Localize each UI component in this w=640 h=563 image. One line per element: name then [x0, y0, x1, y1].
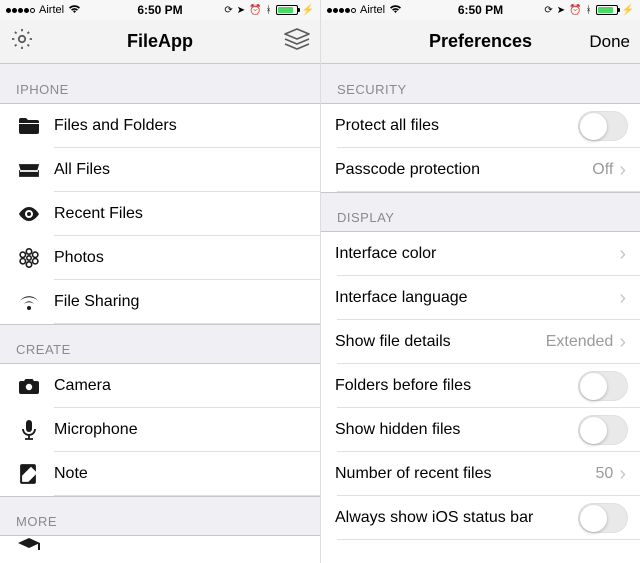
done-button[interactable]: Done [589, 32, 630, 52]
carrier-label: Airtel [360, 4, 385, 16]
alarm-icon: ⏰ [249, 5, 261, 16]
note-icon [14, 462, 44, 486]
battery-icon [276, 5, 298, 15]
location-icon: ➤ [237, 5, 245, 16]
wifi-icon [68, 4, 81, 17]
tray-icon [14, 158, 44, 182]
chevron-right-icon: › [619, 244, 626, 264]
clock-label: 6:50 PM [137, 3, 182, 17]
always-status-row[interactable]: Always show iOS status bar [321, 496, 640, 540]
cell-label: Note [54, 465, 306, 483]
cell-label: Camera [54, 377, 306, 395]
cell-label: Files and Folders [54, 117, 306, 135]
cell-value: Off [592, 161, 613, 179]
folder-icon [14, 114, 44, 138]
interface-color-row[interactable]: Interface color › [321, 232, 640, 276]
signal-icon [327, 8, 356, 13]
chevron-right-icon: › [619, 288, 626, 308]
cell-label: Interface language [335, 289, 619, 307]
nav-bar: FileApp [0, 20, 320, 64]
microphone-icon [14, 418, 44, 442]
folders-before-row[interactable]: Folders before files [321, 364, 640, 408]
alarm-icon: ⏰ [569, 5, 581, 16]
cell-label: File Sharing [54, 293, 306, 311]
bluetooth-icon: ᚼ [586, 5, 592, 16]
flower-icon [14, 246, 44, 270]
status-bar: Airtel 6:50 PM ⟳ ➤ ⏰ ᚼ ⚡ [321, 0, 640, 20]
protect-all-switch[interactable] [578, 111, 628, 141]
chevron-right-icon: › [619, 464, 626, 484]
clock-label: 6:50 PM [458, 3, 503, 17]
recent-files-row[interactable]: Recent Files [0, 192, 320, 236]
settings-button[interactable] [10, 27, 34, 56]
all-files-row[interactable]: All Files [0, 148, 320, 192]
location-icon: ➤ [557, 5, 565, 16]
cell-label: Recent Files [54, 205, 306, 223]
section-more: MORE [0, 496, 320, 536]
section-display: DISPLAY [321, 192, 640, 232]
interface-language-row[interactable]: Interface language › [321, 276, 640, 320]
charging-icon: ⚡ [302, 5, 314, 16]
cell-label: Folders before files [335, 377, 578, 395]
signal-icon [6, 8, 35, 13]
file-sharing-row[interactable]: File Sharing [0, 280, 320, 324]
protect-all-row[interactable]: Protect all files [321, 104, 640, 148]
layers-button[interactable] [284, 28, 310, 55]
wifi-icon [389, 4, 402, 17]
microphone-row[interactable]: Microphone [0, 408, 320, 452]
charging-icon: ⚡ [622, 5, 634, 16]
passcode-row[interactable]: Passcode protection Off › [321, 148, 640, 192]
section-security: SECURITY [321, 64, 640, 104]
cell-value: 50 [596, 465, 614, 483]
stack-icon [284, 35, 310, 54]
left-content: IPHONE Files and Folders All Files Recen… [0, 64, 320, 563]
left-screen: Airtel 6:50 PM ⟳ ➤ ⏰ ᚼ ⚡ FileApp [0, 0, 320, 563]
page-title: FileApp [0, 31, 320, 52]
bluetooth-icon: ᚼ [266, 5, 272, 16]
section-iphone: IPHONE [0, 64, 320, 104]
note-row[interactable]: Note [0, 452, 320, 496]
recent-number-row[interactable]: Number of recent files 50 › [321, 452, 640, 496]
right-content: SECURITY Protect all files Passcode prot… [321, 64, 640, 563]
rotation-lock-icon: ⟳ [544, 5, 552, 16]
folders-before-switch[interactable] [578, 371, 628, 401]
camera-row[interactable]: Camera [0, 364, 320, 408]
photos-row[interactable]: Photos [0, 236, 320, 280]
cell-label: Show hidden files [335, 421, 578, 439]
show-hidden-switch[interactable] [578, 415, 628, 445]
eye-icon [14, 202, 44, 226]
section-create: CREATE [0, 324, 320, 364]
carrier-label: Airtel [39, 4, 64, 16]
gear-icon [10, 38, 34, 55]
chevron-right-icon: › [619, 160, 626, 180]
graduation-icon [14, 536, 44, 558]
cell-label: Protect all files [335, 117, 578, 135]
cell-label: Passcode protection [335, 161, 592, 179]
more-row[interactable] [0, 536, 320, 558]
cell-label: Microphone [54, 421, 306, 439]
status-bar: Airtel 6:50 PM ⟳ ➤ ⏰ ᚼ ⚡ [0, 0, 320, 20]
show-file-details-row[interactable]: Show file details Extended › [321, 320, 640, 364]
chevron-right-icon: › [619, 332, 626, 352]
camera-icon [14, 374, 44, 398]
cell-label: Photos [54, 249, 306, 267]
nav-bar: Preferences Done [321, 20, 640, 64]
show-hidden-row[interactable]: Show hidden files [321, 408, 640, 452]
cell-label: Always show iOS status bar [335, 509, 578, 527]
files-folders-row[interactable]: Files and Folders [0, 104, 320, 148]
battery-icon [596, 5, 618, 15]
cell-label: Show file details [335, 333, 546, 351]
rotation-lock-icon: ⟳ [224, 5, 232, 16]
wifi-icon [14, 290, 44, 314]
cell-label: Interface color [335, 245, 619, 263]
right-screen: Airtel 6:50 PM ⟳ ➤ ⏰ ᚼ ⚡ Preferences Don… [320, 0, 640, 563]
always-status-switch[interactable] [578, 503, 628, 533]
cell-label: All Files [54, 161, 306, 179]
cell-label: Number of recent files [335, 465, 596, 483]
cell-value: Extended [546, 333, 614, 351]
